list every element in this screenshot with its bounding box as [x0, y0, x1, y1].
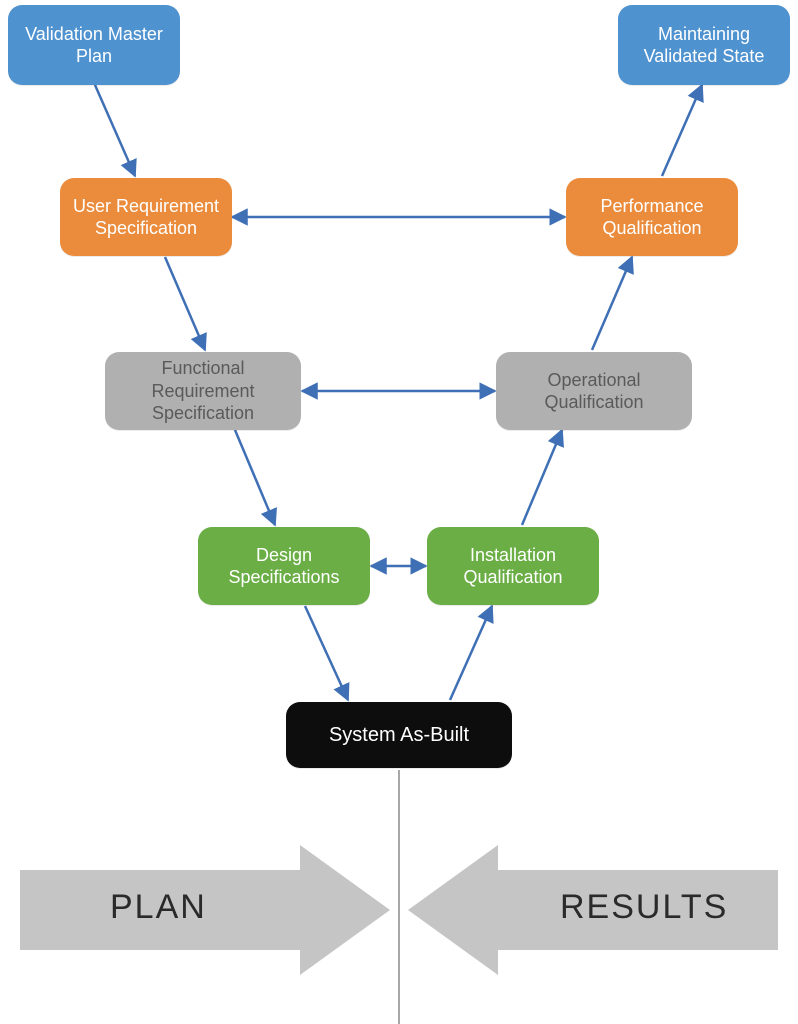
arrow-sab-iq — [450, 606, 492, 700]
node-design-specifications: Design Specifications — [198, 527, 370, 605]
node-label: Operational Qualification — [506, 369, 682, 414]
node-functional-requirement-specification: Functional Requirement Specification — [105, 352, 301, 430]
node-label: User Requirement Specification — [70, 195, 222, 240]
connector-layer — [0, 0, 798, 1024]
arrow-frs-ds — [235, 430, 275, 525]
node-validation-master-plan: Validation Master Plan — [8, 5, 180, 85]
footer-label-results: RESULTS — [560, 888, 728, 927]
node-user-requirement-specification: User Requirement Specification — [60, 178, 232, 256]
v-model-diagram: Validation Master Plan Maintaining Valid… — [0, 0, 798, 1024]
arrow-oq-pq — [592, 257, 632, 350]
node-label: Validation Master Plan — [18, 23, 170, 68]
arrow-ds-sab — [305, 606, 348, 700]
node-label: Installation Qualification — [437, 544, 589, 589]
node-label: Functional Requirement Specification — [115, 357, 291, 425]
arrow-urs-frs — [165, 257, 205, 350]
node-operational-qualification: Operational Qualification — [496, 352, 692, 430]
node-label: System As-Built — [329, 723, 469, 748]
arrow-pq-mvs — [662, 85, 702, 176]
arrow-vmp-urs — [95, 85, 135, 176]
node-system-as-built: System As-Built — [286, 702, 512, 768]
node-performance-qualification: Performance Qualification — [566, 178, 738, 256]
node-label: Maintaining Validated State — [628, 23, 780, 68]
node-installation-qualification: Installation Qualification — [427, 527, 599, 605]
node-maintaining-validated-state: Maintaining Validated State — [618, 5, 790, 85]
node-label: Performance Qualification — [576, 195, 728, 240]
footer-label-plan: PLAN — [110, 888, 207, 927]
node-label: Design Specifications — [208, 544, 360, 589]
arrow-iq-oq — [522, 430, 562, 525]
